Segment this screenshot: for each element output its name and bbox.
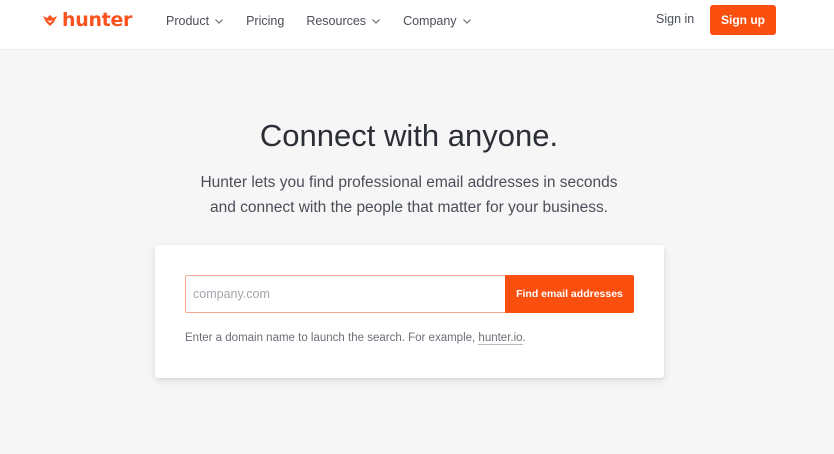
nav-item-company[interactable]: Company (403, 14, 472, 28)
nav-item-label: Product (166, 14, 210, 28)
domain-search-card: Find email addresses Enter a domain name… (155, 245, 664, 378)
search-hint-text: Enter a domain name to launch the search… (185, 332, 479, 344)
chevron-down-icon (215, 19, 224, 24)
hero-subtitle-line: and connect with the people that matter … (209, 199, 609, 216)
chevron-down-icon (462, 19, 471, 24)
nav-item-product[interactable]: Product (166, 14, 224, 28)
sign-in-link[interactable]: Sign in (656, 12, 694, 26)
sign-up-button[interactable]: Sign up (710, 5, 776, 35)
main-nav: Product Pricing Resources Company (166, 0, 494, 42)
domain-search-input[interactable] (185, 275, 505, 313)
hero-subtitle-line: Hunter lets you find professional email … (200, 174, 618, 191)
brand-name: hunter (62, 9, 133, 31)
search-hint-suffix: . (522, 332, 526, 344)
chevron-down-icon (372, 19, 380, 24)
hunter-logo[interactable]: hunter (42, 8, 132, 32)
find-email-addresses-button[interactable]: Find email addresses (505, 275, 634, 313)
hero-subtitle: Hunter lets you find professional email … (0, 170, 818, 220)
example-domain-link[interactable]: hunter.io (478, 332, 523, 345)
fox-icon (43, 15, 57, 26)
nav-item-pricing[interactable]: Pricing (246, 14, 284, 28)
nav-item-resources[interactable]: Resources (306, 14, 381, 28)
search-hint: Enter a domain name to launch the search… (185, 332, 526, 345)
nav-item-label: Company (403, 14, 457, 28)
top-navigation-bar: hunter Product Pricing Resources Company… (0, 0, 834, 50)
nav-item-label: Resources (306, 14, 367, 28)
nav-item-label: Pricing (246, 14, 285, 28)
page-title: Connect with anyone. (259, 118, 559, 153)
